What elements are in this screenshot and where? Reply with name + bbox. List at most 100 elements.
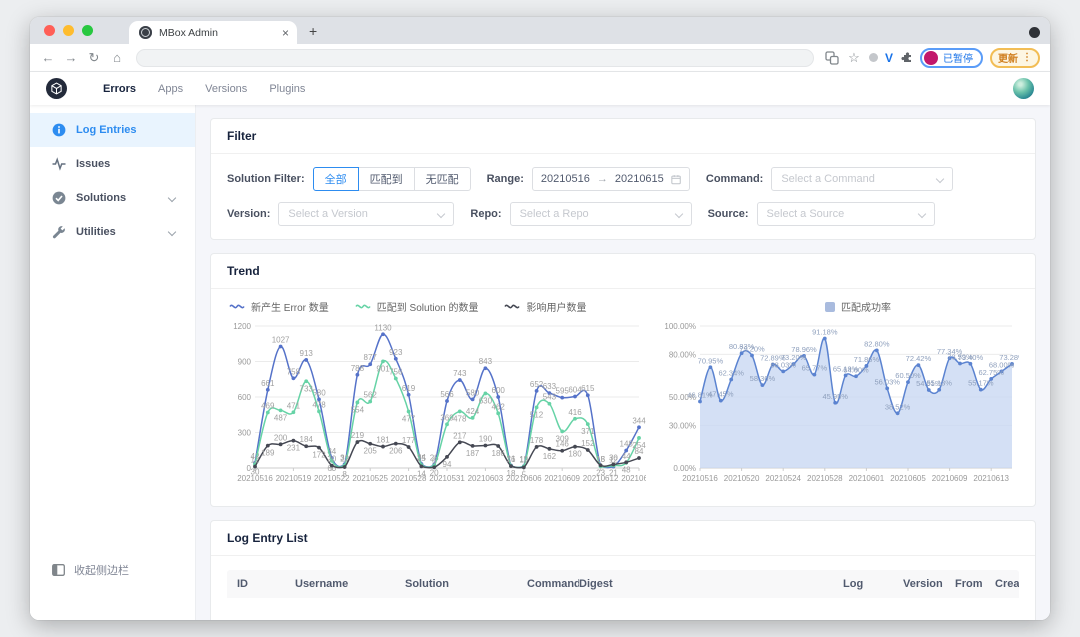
sidebar: Log Entries Issues Solutions Utilities 收… <box>30 105 196 620</box>
translate-icon[interactable] <box>825 51 839 65</box>
tab-close-icon[interactable]: × <box>282 26 289 40</box>
nav-item-versions[interactable]: Versions <box>205 83 247 95</box>
source-label: Source: <box>708 208 749 220</box>
sidebar-item-label: Solutions <box>76 192 126 204</box>
svg-text:20210525: 20210525 <box>352 474 388 483</box>
svg-text:20: 20 <box>430 469 439 478</box>
mbox-logo[interactable] <box>46 78 67 99</box>
browser-toolbar: ← → ↻ ⌂ ☆ V 已暂停 更新 ⋮ <box>30 44 1050 72</box>
svg-text:0.00%: 0.00% <box>673 464 696 473</box>
repo-select[interactable]: Select a Repo <box>510 202 692 226</box>
extensions-puzzle-icon[interactable] <box>900 51 913 64</box>
wrench-icon <box>52 225 66 239</box>
reload-icon[interactable]: ↻ <box>86 50 102 66</box>
radio-option-unmatched[interactable]: 无匹配 <box>414 167 471 191</box>
chevron-down-icon <box>917 210 925 218</box>
source-select[interactable]: Select a Source <box>757 202 935 226</box>
minimize-window-button[interactable] <box>63 25 74 36</box>
svg-text:184: 184 <box>300 435 314 444</box>
sidebar-item-solutions[interactable]: Solutions <box>30 181 195 215</box>
forward-icon[interactable]: → <box>63 50 79 65</box>
legend-solutions[interactable]: 匹配到 Solution 的数量 <box>355 299 479 314</box>
svg-text:562: 562 <box>364 390 378 399</box>
back-icon[interactable]: ← <box>40 50 56 65</box>
solution-filter-label: Solution Filter: <box>227 173 305 185</box>
svg-text:187: 187 <box>466 449 480 458</box>
area-legend-icon <box>825 302 835 312</box>
date-range-picker[interactable]: 20210516 → 20210615 <box>532 167 690 191</box>
sidebar-item-utilities[interactable]: Utilities <box>30 215 195 249</box>
collapse-sidebar-label: 收起侧边栏 <box>74 562 129 578</box>
repo-label: Repo: <box>470 208 501 220</box>
svg-text:73.20%: 73.20% <box>781 353 807 362</box>
extension-v-icon[interactable]: V <box>885 51 893 65</box>
nav-item-plugins[interactable]: Plugins <box>269 83 305 95</box>
svg-text:743: 743 <box>453 369 467 378</box>
collapse-sidebar-button[interactable]: 收起侧边栏 <box>52 562 129 578</box>
svg-text:231: 231 <box>287 444 301 453</box>
log-entry-list-card: Log Entry List ID Username Solution Comm… <box>210 520 1036 620</box>
tab-strip-menu-dot[interactable] <box>1029 27 1040 38</box>
nav-item-errors[interactable]: Errors <box>103 83 136 95</box>
svg-text:416: 416 <box>568 408 582 417</box>
new-tab-button[interactable]: + <box>309 21 317 41</box>
chevron-down-icon <box>437 210 445 218</box>
column-solution: Solution <box>405 578 527 590</box>
range-arrow-icon: → <box>597 173 608 185</box>
svg-text:12: 12 <box>251 456 260 465</box>
sidebar-item-log-entries[interactable]: Log Entries <box>30 113 195 147</box>
command-select[interactable]: Select a Command <box>771 167 953 191</box>
svg-text:30: 30 <box>609 453 618 462</box>
check-circle-icon <box>52 191 66 205</box>
svg-text:219: 219 <box>351 431 365 440</box>
svg-text:16: 16 <box>507 455 516 464</box>
svg-text:45.95%: 45.95% <box>822 392 848 401</box>
svg-text:44: 44 <box>622 452 631 461</box>
svg-text:162: 162 <box>543 452 557 461</box>
version-placeholder: Select a Version <box>288 208 368 220</box>
radio-option-matched[interactable]: 匹配到 <box>358 167 415 191</box>
user-avatar[interactable] <box>1013 78 1034 99</box>
app-navbar: Errors Apps Versions Plugins <box>30 72 1050 105</box>
version-select[interactable]: Select a Version <box>278 202 454 226</box>
svg-text:70.95%: 70.95% <box>698 356 724 365</box>
svg-text:152: 152 <box>581 439 595 448</box>
svg-text:661: 661 <box>261 379 275 388</box>
nav-item-apps[interactable]: Apps <box>158 83 183 95</box>
legend-errors[interactable]: 新产生 Error 数量 <box>229 299 329 314</box>
update-label: 更新 <box>998 50 1018 65</box>
calendar-icon <box>671 174 681 185</box>
extension-dot-icon[interactable] <box>869 53 878 62</box>
update-button[interactable]: 更新 ⋮ <box>990 48 1040 68</box>
svg-text:84: 84 <box>635 447 644 456</box>
svg-text:38.52%: 38.52% <box>885 402 911 411</box>
svg-text:20210605: 20210605 <box>890 474 926 483</box>
browser-tab[interactable]: MBox Admin × <box>129 21 297 44</box>
svg-text:206: 206 <box>389 447 403 456</box>
svg-text:1200: 1200 <box>233 322 251 331</box>
sidebar-item-issues[interactable]: Issues <box>30 147 195 181</box>
svg-text:554: 554 <box>351 405 365 414</box>
svg-text:189: 189 <box>261 449 275 458</box>
svg-text:82.80%: 82.80% <box>864 339 890 348</box>
close-window-button[interactable] <box>44 25 55 36</box>
maximize-window-button[interactable] <box>82 25 93 36</box>
legend-match-rate[interactable]: 匹配成功率 <box>825 299 891 314</box>
svg-text:65.77%: 65.77% <box>802 364 828 373</box>
address-bar[interactable] <box>136 49 814 67</box>
home-icon[interactable]: ⌂ <box>109 50 125 65</box>
svg-text:913: 913 <box>300 349 314 358</box>
line-legend-icon <box>355 302 371 311</box>
radio-option-all[interactable]: 全部 <box>313 167 359 191</box>
command-label: Command: <box>706 173 763 185</box>
command-placeholder: Select a Command <box>781 173 875 185</box>
bookmark-star-icon[interactable]: ☆ <box>846 50 862 66</box>
legend-users[interactable]: 影响用户数量 <box>504 299 586 314</box>
profile-chip[interactable]: 已暂停 <box>920 48 983 68</box>
svg-text:20210601: 20210601 <box>849 474 885 483</box>
svg-text:181: 181 <box>376 436 390 445</box>
svg-text:344: 344 <box>632 416 646 425</box>
mbox-favicon <box>139 26 152 39</box>
kebab-menu-icon[interactable]: ⋮ <box>1022 52 1032 63</box>
svg-text:20210613: 20210613 <box>973 474 1009 483</box>
